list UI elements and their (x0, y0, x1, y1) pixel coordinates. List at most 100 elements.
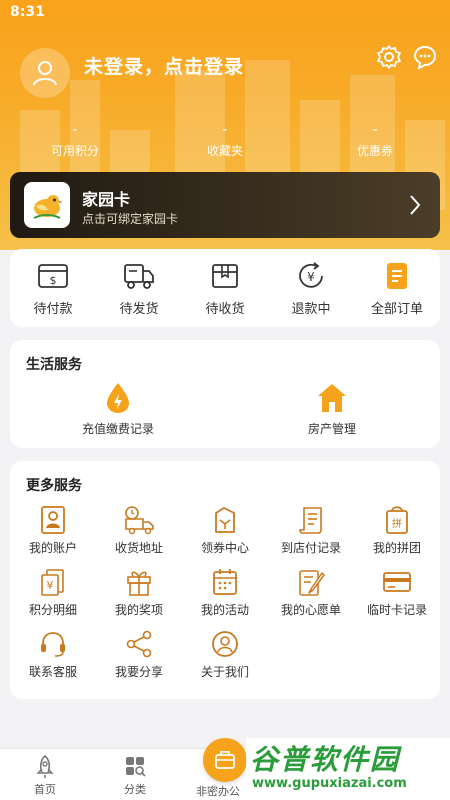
about-icon (212, 631, 238, 657)
house-icon (318, 384, 346, 412)
service-customer-support[interactable]: 联系客服 (10, 629, 96, 681)
status-time: 8:31 (10, 4, 45, 20)
avatar[interactable] (20, 48, 70, 98)
stat-favorites[interactable]: - 收藏夹 (175, 120, 275, 159)
service-label: 我要分享 (114, 665, 163, 679)
chevron-right-icon (410, 195, 421, 215)
nav-center-button[interactable] (203, 738, 247, 782)
card-icon (383, 572, 411, 592)
service-label: 我的奖项 (114, 603, 163, 617)
service-label: 我的拼团 (372, 541, 421, 555)
stat-points[interactable]: - 可用积分 (25, 120, 125, 159)
share-icon (126, 630, 152, 658)
recharge-records[interactable]: 充值缴费记录 (48, 382, 188, 437)
site-watermark: 谷普软件园 www.gupuxiazai.com (246, 738, 450, 800)
service-my-prizes[interactable]: 我的奖项 (96, 567, 182, 619)
recharge-records-label: 充值缴费记录 (81, 422, 154, 436)
family-card-banner[interactable]: 家园卡 点击可绑定家园卡 (10, 172, 440, 238)
drop-bolt-icon (107, 383, 129, 413)
stat-favorites-value: - (222, 122, 228, 138)
family-card-title: 家园卡 (82, 190, 131, 209)
service-temp-card-records[interactable]: 临时卡记录 (354, 567, 440, 619)
service-my-account[interactable]: 我的账户 (10, 505, 96, 557)
service-label: 我的心愿单 (280, 603, 341, 617)
briefcase-icon (215, 751, 235, 769)
order-label: 待发货 (119, 302, 159, 317)
order-refunding[interactable]: ¥ 退款中 (271, 261, 351, 327)
watermark-url: www.gupuxiazai.com (252, 776, 407, 791)
property-management[interactable]: 房产管理 (262, 382, 402, 437)
box-icon (212, 264, 238, 288)
order-list-icon (387, 263, 407, 289)
order-label: 全部订单 (370, 302, 423, 317)
service-label: 积分明细 (28, 603, 77, 617)
wallet-icon: $ (38, 264, 68, 288)
truck-icon (124, 264, 154, 289)
coupon-icon (215, 507, 235, 533)
service-about-us[interactable]: 关于我们 (182, 629, 268, 681)
stat-coupons-label: 优惠券 (356, 144, 393, 158)
order-status-panel: $ 待付款 待发货 待收货 ¥ 退款中 全部订单 (10, 249, 440, 327)
service-label: 领券中心 (200, 541, 249, 555)
stat-points-value: - (72, 122, 78, 138)
stat-coupons[interactable]: - 优惠券 (325, 120, 425, 159)
more-services-panel: 更多服务 我的账户 收货地址 领券中心 到店付记录 拼 我的拼团 ¥ 积分明细 … (10, 461, 440, 699)
nav-home[interactable]: 首页 (10, 755, 80, 797)
nav-category[interactable]: 分类 (100, 755, 170, 797)
order-label: 待收货 (205, 302, 245, 317)
service-coupon-center[interactable]: 领券中心 (182, 505, 268, 557)
watermark-text: 谷普软件园 (250, 743, 401, 776)
delivery-icon (125, 506, 154, 535)
svg-text:¥: ¥ (307, 270, 315, 284)
service-my-activities[interactable]: 我的活动 (182, 567, 268, 619)
service-delivery-address[interactable]: 收货地址 (96, 505, 182, 557)
property-management-label: 房产管理 (307, 422, 356, 436)
gear-icon[interactable] (376, 44, 402, 70)
order-label: 待付款 (33, 302, 73, 317)
service-label: 到店付记录 (280, 541, 341, 555)
rocket-icon (36, 755, 54, 778)
service-wishlist[interactable]: 我的心愿单 (268, 567, 354, 619)
service-label: 我的活动 (200, 603, 249, 617)
stat-points-label: 可用积分 (50, 144, 99, 158)
service-group-buy[interactable]: 拼 我的拼团 (354, 505, 440, 557)
services-grid: 我的账户 收货地址 领券中心 到店付记录 拼 我的拼团 ¥ 积分明细 我的奖项 … (10, 505, 440, 681)
headset-icon (41, 632, 65, 657)
order-all[interactable]: 全部订单 (357, 261, 437, 327)
service-label: 收货地址 (114, 541, 163, 555)
nav-center-label: 非密办公 (196, 785, 240, 798)
service-label: 临时卡记录 (366, 603, 427, 617)
order-pending-receipt[interactable]: 待收货 (185, 261, 265, 327)
stat-favorites-label: 收藏夹 (206, 144, 243, 158)
svg-text:$: $ (50, 274, 57, 287)
wishlist-icon (299, 570, 325, 596)
service-share[interactable]: 我要分享 (96, 629, 182, 681)
section-title: 更多服务 (26, 478, 82, 494)
service-label: 联系客服 (28, 665, 77, 679)
service-label: 关于我们 (200, 665, 249, 679)
refund-icon: ¥ (299, 262, 323, 288)
svg-text:拼: 拼 (392, 517, 402, 530)
life-services-panel: 生活服务 充值缴费记录 房产管理 (10, 340, 440, 448)
category-grid-icon (126, 757, 146, 777)
group-buy-icon: 拼 (386, 506, 408, 534)
receipt-icon (299, 507, 322, 534)
bird-logo-icon (33, 195, 63, 219)
section-title: 生活服务 (26, 357, 82, 373)
nav-category-label: 分类 (124, 783, 146, 796)
message-icon[interactable] (412, 44, 438, 70)
order-label: 退款中 (291, 302, 331, 317)
user-icon (33, 61, 57, 86)
calendar-icon (213, 569, 237, 595)
family-card-subtitle: 点击可绑定家园卡 (82, 212, 179, 226)
order-pending-shipment[interactable]: 待发货 (99, 261, 179, 327)
account-icon (41, 506, 65, 534)
service-in-store-payment[interactable]: 到店付记录 (268, 505, 354, 557)
login-link[interactable]: 未登录，点击登录 (84, 52, 244, 79)
order-pending-payment[interactable]: $ 待付款 (13, 261, 93, 327)
service-label: 我的账户 (28, 541, 77, 555)
stat-coupons-value: - (372, 122, 378, 138)
svg-text:¥: ¥ (47, 579, 54, 592)
gift-icon (127, 571, 151, 596)
service-points-detail[interactable]: ¥ 积分明细 (10, 567, 96, 619)
